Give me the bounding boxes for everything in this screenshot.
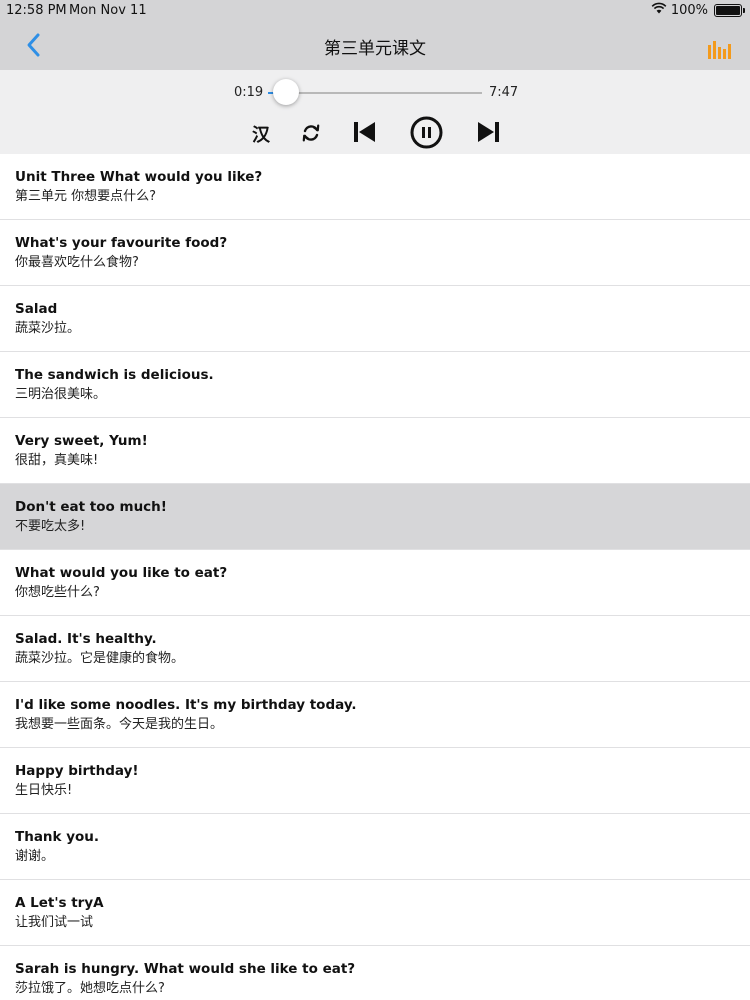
status-bar: 12:58 PM Mon Nov 11 100% — [0, 0, 750, 22]
sentence-english: I'd like some noodles. It's my birthday … — [15, 697, 357, 713]
progress-thumb[interactable] — [272, 79, 299, 105]
sentence-chinese: 莎拉饿了。她想吃点什么? — [15, 981, 165, 996]
sentence-chinese: 让我们试一试 — [15, 915, 94, 930]
current-time: 0:19 — [234, 85, 264, 100]
sentence-english: What's your favourite food? — [15, 235, 228, 251]
sentence-english: Very sweet, Yum! — [15, 433, 148, 449]
skip-previous-icon — [354, 122, 375, 142]
status-date: Mon Nov 11 — [69, 3, 147, 18]
sentence-row[interactable]: A Let's tryA 让我们试一试 — [0, 880, 750, 946]
sentence-row[interactable]: Salad 蔬菜沙拉。 — [0, 286, 750, 352]
sentence-chinese: 生日快乐! — [15, 783, 73, 798]
status-time: 12:58 PM — [6, 3, 67, 18]
sentence-english: Salad — [15, 301, 58, 317]
next-button[interactable] — [476, 120, 500, 144]
sentence-row[interactable]: What's your favourite food? 你最喜欢吃什么食物? — [0, 220, 750, 286]
sentence-chinese: 我想要一些面条。今天是我的生日。 — [15, 717, 224, 732]
skip-next-icon — [478, 122, 499, 142]
sentence-row[interactable]: What would you like to eat? 你想吃些什么? — [0, 550, 750, 616]
previous-button[interactable] — [353, 120, 377, 144]
sentence-row[interactable]: Don't eat too much! 不要吃太多! — [0, 484, 750, 550]
sentence-chinese: 你想吃些什么? — [15, 585, 100, 600]
wifi-icon — [651, 2, 667, 18]
sentence-english: The sandwich is delicious. — [15, 367, 214, 383]
translation-toggle[interactable]: 汉 — [252, 121, 270, 147]
pause-button[interactable] — [410, 116, 443, 149]
audio-player: 0:19 7:47 汉 — [0, 70, 750, 154]
sentence-row[interactable]: Unit Three What would you like? 第三单元 你想要点… — [0, 154, 750, 220]
sentence-list[interactable]: Unit Three What would you like? 第三单元 你想要点… — [0, 154, 750, 1000]
sentence-english: Unit Three What would you like? — [15, 169, 263, 185]
sentence-row[interactable]: The sandwich is delicious. 三明治很美味。 — [0, 352, 750, 418]
sentence-english: Happy birthday! — [15, 763, 139, 779]
sentence-chinese: 三明治很美味。 — [15, 387, 107, 402]
sentence-row[interactable]: Sarah is hungry. What would she like to … — [0, 946, 750, 1000]
sentence-chinese: 不要吃太多! — [15, 519, 86, 534]
sentence-chinese: 很甜，真美味! — [15, 453, 99, 468]
sentence-chinese: 你最喜欢吃什么食物? — [15, 255, 139, 270]
sentence-chinese: 第三单元 你想要点什么? — [15, 189, 157, 204]
sentence-english: Sarah is hungry. What would she like to … — [15, 961, 356, 977]
nav-bar: 第三单元课文 — [0, 22, 750, 70]
sentence-english: Don't eat too much! — [15, 499, 167, 515]
sentence-chinese: 谢谢。 — [15, 849, 55, 864]
equalizer-button[interactable] — [706, 41, 732, 59]
sentence-row[interactable]: Very sweet, Yum! 很甜，真美味! — [0, 418, 750, 484]
progress-slider[interactable] — [268, 92, 482, 94]
page-title: 第三单元课文 — [324, 39, 426, 59]
sentence-row[interactable]: Thank you. 谢谢。 — [0, 814, 750, 880]
repeat-button[interactable] — [300, 122, 322, 144]
equalizer-icon — [708, 41, 731, 59]
repeat-icon — [302, 124, 320, 142]
battery-icon — [714, 3, 745, 17]
status-right: 100% — [651, 2, 745, 18]
pause-icon — [410, 116, 443, 149]
sentence-row[interactable]: Happy birthday! 生日快乐! — [0, 748, 750, 814]
sentence-chinese: 蔬菜沙拉。它是健康的食物。 — [15, 651, 185, 666]
sentence-row[interactable]: Salad. It's healthy. 蔬菜沙拉。它是健康的食物。 — [0, 616, 750, 682]
sentence-english: What would you like to eat? — [15, 565, 228, 581]
total-time: 7:47 — [489, 85, 519, 100]
sentence-row[interactable]: I'd like some noodles. It's my birthday … — [0, 682, 750, 748]
battery-percent: 100% — [670, 2, 708, 18]
sentence-english: Salad. It's healthy. — [15, 631, 157, 647]
sentence-english: Thank you. — [15, 829, 100, 845]
sentence-english: A Let's tryA — [15, 895, 104, 911]
sentence-chinese: 蔬菜沙拉。 — [15, 321, 81, 336]
